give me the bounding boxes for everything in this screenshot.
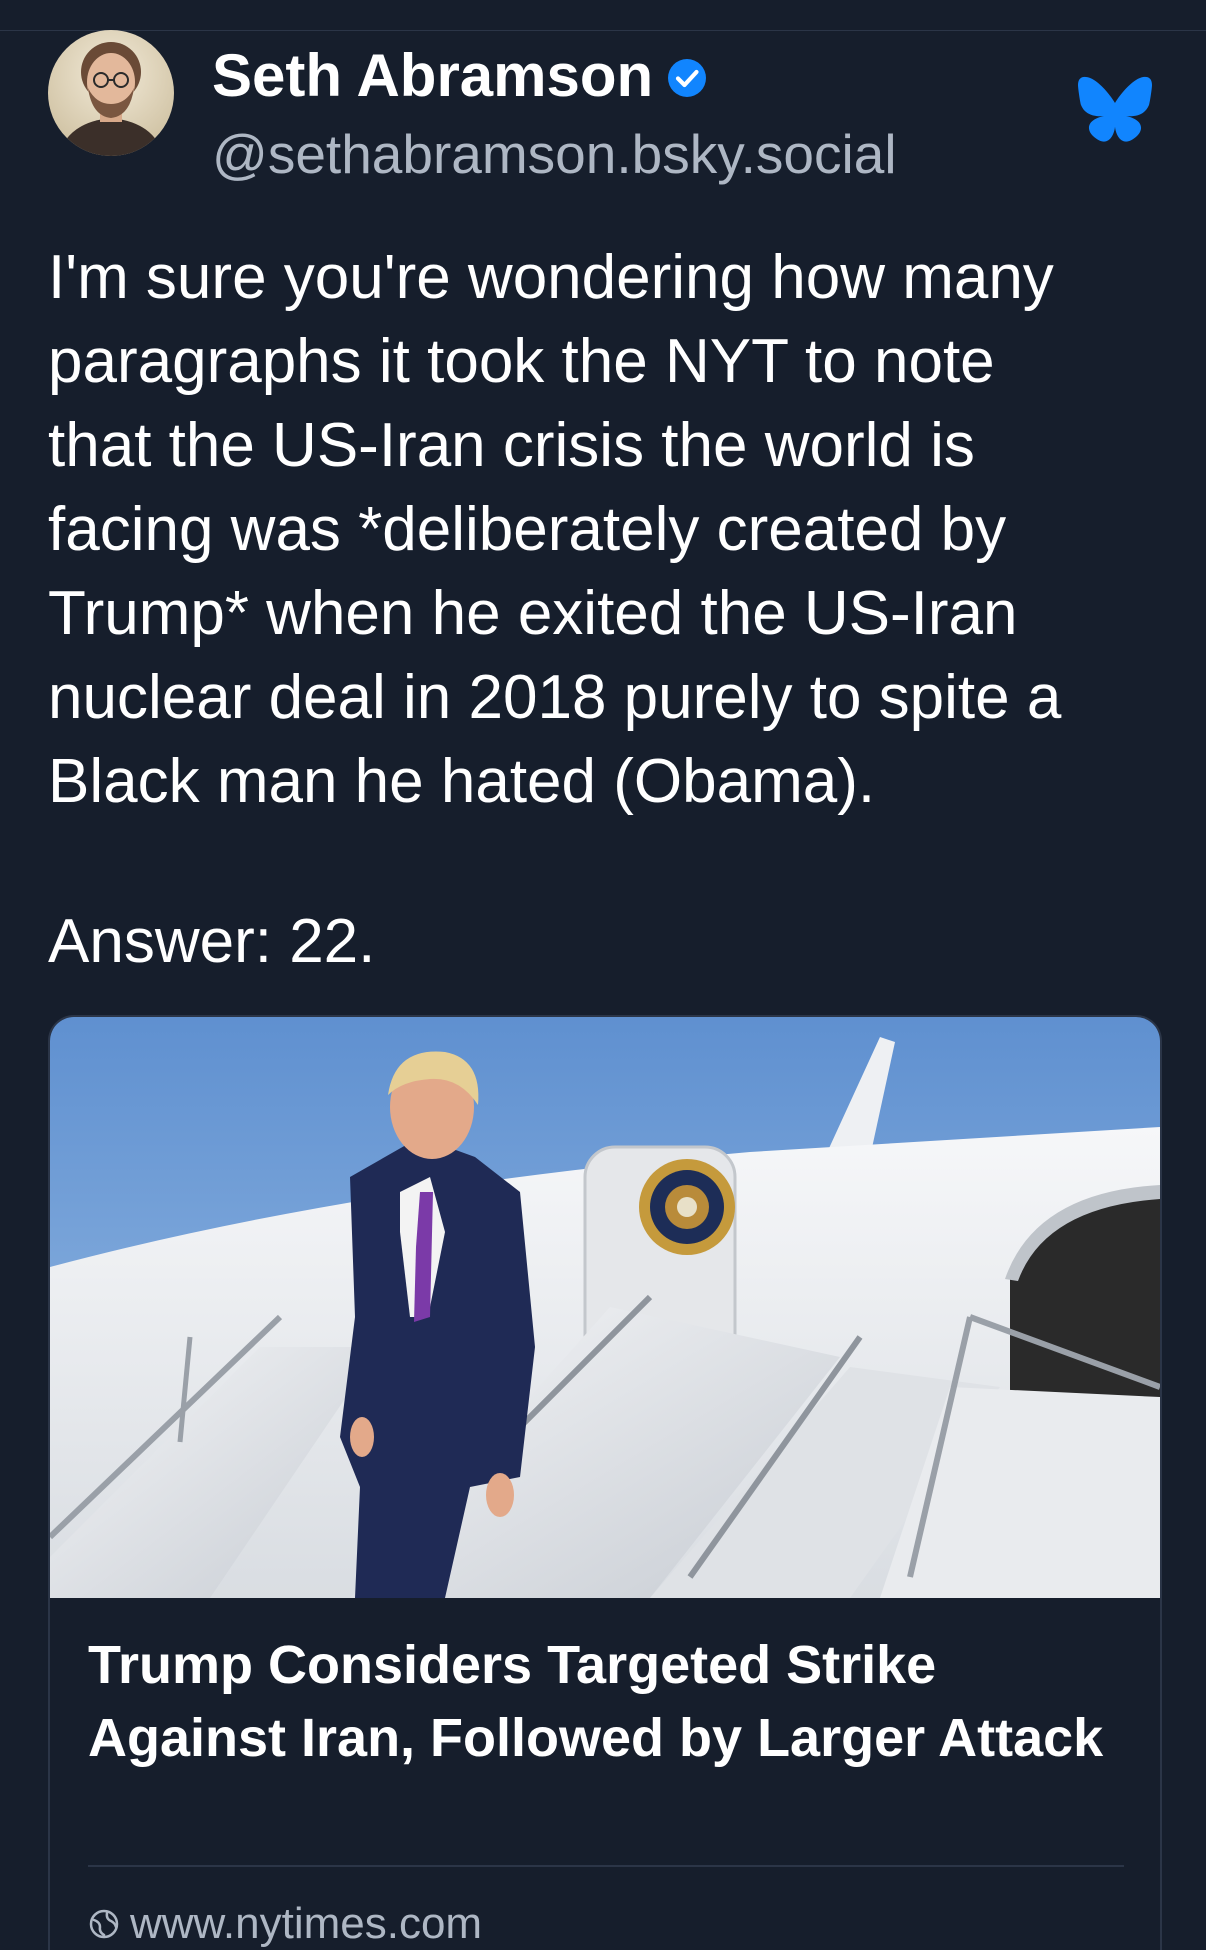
author-display-name[interactable]: Seth Abramson [212,38,653,114]
verified-badge-icon [668,59,707,97]
link-card-divider [88,1865,1124,1867]
post-text-line: that the US-Iran crisis the world is [48,411,975,480]
link-card-domain[interactable]: www.nytimes.com [130,1897,482,1950]
post-text-line: facing was *deliberately created by [48,495,1007,564]
post-text-line: Black man he hated (Obama). [48,747,876,816]
post-text-line: Trump* when he exited the US-Iran [48,579,1018,648]
globe-icon [89,1909,119,1939]
author-handle[interactable]: @sethabramson.bsky.social [212,118,897,190]
link-preview-card[interactable]: Trump Considers Targeted Strike Against … [48,1015,1162,1950]
author-avatar[interactable] [48,30,174,156]
post-body-text: I'm sure you're wondering how many parag… [48,236,1168,824]
post-text-line: paragraphs it took the NYT to note [48,327,995,396]
post-text-line: nuclear deal in 2018 purely to spite a [48,663,1062,732]
link-card-title[interactable]: Trump Considers Targeted Strike Against … [88,1629,1118,1775]
post-answer-text: Answer: 22. [48,907,376,976]
post-text-line: I'm sure you're wondering how many [48,243,1054,312]
link-card-domain-row[interactable]: www.nytimes.com [88,1897,482,1950]
avatar-photo [48,30,174,156]
top-divider [0,0,1206,31]
author-name-row[interactable]: Seth Abramson [212,38,707,114]
bluesky-butterfly-icon[interactable] [1078,76,1152,142]
news-photo [50,1017,1160,1598]
